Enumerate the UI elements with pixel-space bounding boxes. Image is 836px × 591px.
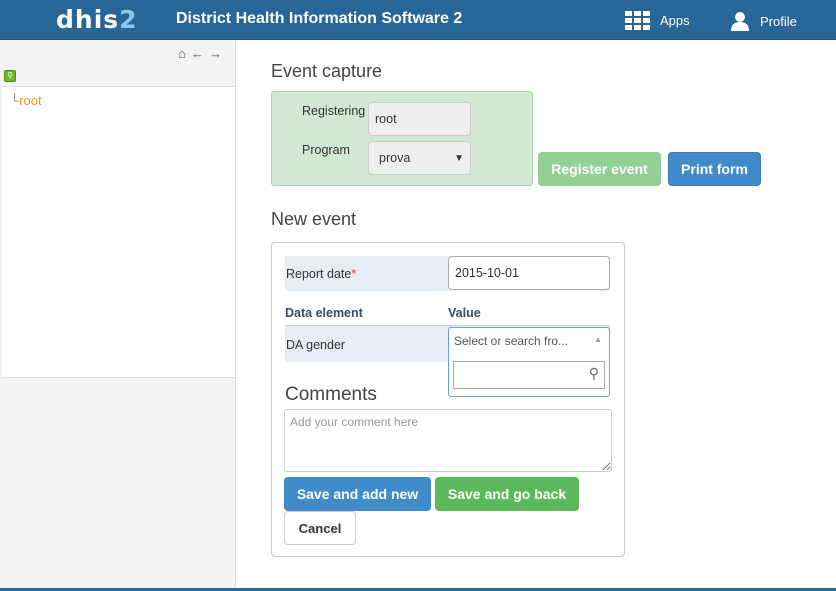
search-icon: ⚲	[588, 365, 599, 381]
value-header: Value	[448, 306, 481, 320]
save-and-add-new-button[interactable]: Save and add new	[284, 477, 431, 511]
logo-text: dhis	[56, 5, 120, 34]
select-placeholder: Select or search fro...	[454, 334, 569, 348]
top-header: dhis2 District Health Information Softwa…	[0, 0, 836, 40]
arrow-right-icon[interactable]: →	[209, 46, 227, 61]
register-event-button[interactable]: Register event	[538, 152, 661, 186]
program-select[interactable]: prova ▼	[368, 141, 471, 175]
org-unit-tree: └root	[2, 86, 235, 378]
comment-textarea[interactable]	[284, 409, 612, 472]
tree-node-label: root	[19, 93, 42, 108]
dropdown-arrow-icon: ▼	[454, 152, 464, 164]
page-title: Event capture	[271, 61, 383, 81]
data-element-header: Data element	[285, 306, 363, 320]
program-label: Program	[302, 143, 350, 157]
profile-label: Profile	[760, 13, 797, 29]
caret-up-icon: ▲	[594, 335, 602, 344]
tree-nav: ⌂←→	[178, 46, 227, 61]
comments-heading: Comments	[285, 384, 377, 405]
dhis2-logo[interactable]: dhis2	[56, 5, 138, 34]
profile-button[interactable]: Profile	[730, 11, 797, 31]
new-event-form: Report date* 2015-10-01 Data element Val…	[271, 242, 625, 557]
da-gender-select[interactable]: Select or search fro... ▲ ⚲	[448, 327, 610, 397]
new-event-heading: New event	[271, 209, 357, 229]
da-gender-label: DA gender	[286, 338, 346, 352]
report-date-label: Report date*	[286, 267, 357, 281]
print-form-button[interactable]: Print form	[668, 152, 761, 186]
home-icon[interactable]: ⌂	[178, 46, 191, 61]
apps-label: Apps	[660, 13, 690, 28]
tree-node-root[interactable]: └root	[10, 93, 42, 108]
search-icon[interactable]: ⚲	[4, 70, 16, 82]
select-search-input[interactable]: ⚲	[453, 361, 605, 389]
save-and-go-back-button[interactable]: Save and go back	[435, 477, 579, 511]
user-icon	[731, 12, 749, 31]
arrow-left-icon[interactable]: ←	[191, 46, 209, 61]
cancel-button[interactable]: Cancel	[284, 511, 356, 545]
sidebar: ⌂←→ ⚲ └root	[0, 40, 236, 588]
registering-unit-field[interactable]: root	[368, 102, 471, 136]
event-capture-panel: Registering unit root Program prova ▼	[271, 91, 533, 186]
program-value: prova	[379, 151, 411, 165]
apps-grid-icon	[625, 11, 650, 30]
apps-button[interactable]: Apps	[625, 11, 690, 30]
report-date-field[interactable]: 2015-10-01	[448, 256, 610, 290]
app-title: District Health Information Software 2	[176, 10, 463, 27]
logo-number: 2	[119, 5, 138, 34]
